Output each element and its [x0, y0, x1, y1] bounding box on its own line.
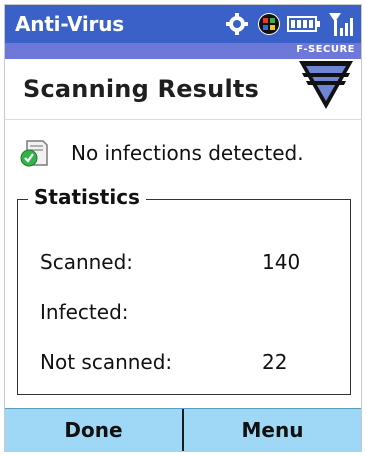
windows-flag-icon[interactable]: [257, 12, 281, 36]
done-softkey[interactable]: Done: [5, 409, 182, 451]
scan-result: No infections detected.: [19, 139, 304, 167]
brand-strip: F-SECURE: [5, 43, 361, 59]
statistics-legend: Statistics: [28, 185, 146, 209]
status-icons: [223, 5, 353, 43]
menu-label: Menu: [241, 418, 304, 442]
f-secure-logo-icon: [299, 61, 353, 109]
done-label: Done: [64, 418, 123, 442]
stat-label-scanned: Scanned:: [40, 250, 134, 274]
device-screen: Anti-Virus F-SECURE Scanning Results No …: [4, 4, 362, 452]
signal-icon[interactable]: [327, 10, 353, 38]
softkey-bar: Done Menu: [5, 408, 361, 451]
stat-label-infected: Infected:: [40, 300, 129, 324]
title-bar: Anti-Virus: [5, 5, 361, 43]
statistics-group: Statistics Scanned: 140 Infected: Not sc…: [17, 185, 351, 395]
menu-softkey[interactable]: Menu: [184, 409, 361, 451]
app-title: Anti-Virus: [15, 12, 124, 36]
brand-text: F-SECURE: [296, 44, 355, 55]
stat-value-not-scanned: 22: [262, 350, 288, 374]
page-title: Scanning Results: [23, 75, 260, 103]
page-header: Scanning Results: [5, 59, 361, 120]
result-message: No infections detected.: [71, 141, 304, 165]
stat-label-not-scanned: Not scanned:: [40, 350, 173, 374]
battery-icon[interactable]: [287, 14, 321, 34]
clean-document-check-icon: [20, 140, 48, 167]
stat-value-scanned: 140: [262, 250, 301, 274]
sync-icon[interactable]: [223, 11, 251, 37]
